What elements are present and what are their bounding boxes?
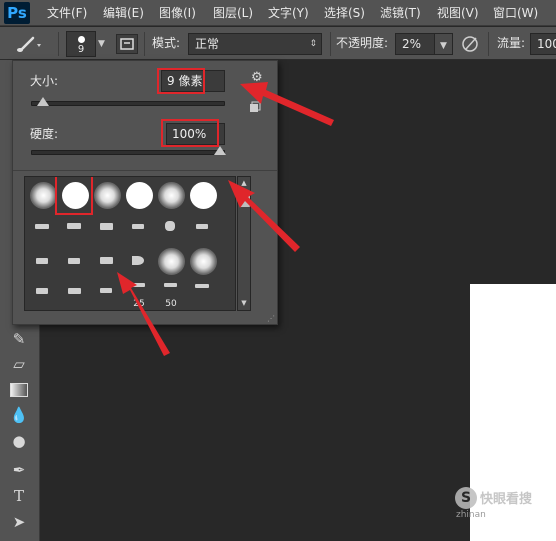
arrow-to-presets-scroll: [228, 180, 300, 252]
arrow-to-brush-tips: [117, 272, 170, 356]
annotation-arrows: [117, 82, 334, 356]
arrow-to-size-field: [240, 82, 334, 126]
watermark-url: zhinan: [456, 510, 486, 520]
watermark-text: 快眼看搜: [480, 492, 533, 507]
watermark-logo: S: [455, 487, 477, 509]
